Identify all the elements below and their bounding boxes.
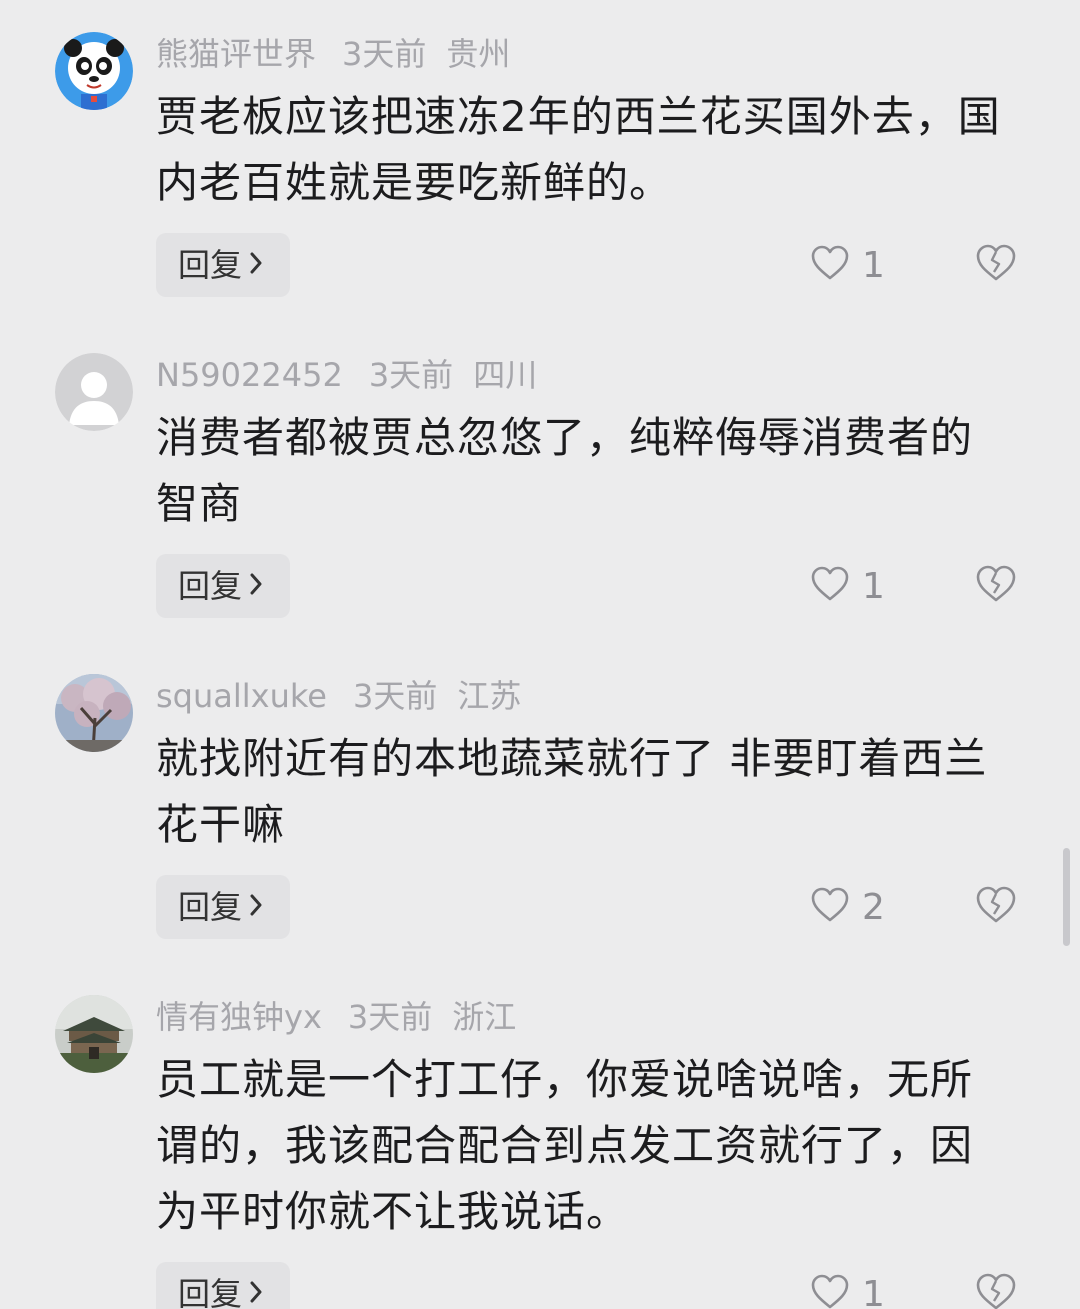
location: 四川 — [473, 356, 538, 394]
like-button[interactable]: 1 — [810, 1262, 885, 1309]
comment-text-line: 为平时你就不让我说话。 — [156, 1187, 630, 1236]
heart-outline-icon — [810, 886, 850, 928]
comment-text-line: 就找附近有的本地蔬菜就行了 非要盯着西兰 — [156, 734, 988, 783]
dislike-button[interactable] — [975, 233, 1017, 297]
timestamp: 3天前 — [368, 356, 454, 394]
chevron-right-icon — [248, 874, 264, 938]
comment-meta: 熊猫评世界 3天前 贵州 — [156, 32, 510, 76]
comment-text: 就找附近有的本地蔬菜就行了 非要盯着西兰 花干嘛 — [156, 726, 1036, 858]
avatar[interactable] — [55, 995, 133, 1073]
location: 浙江 — [452, 998, 517, 1036]
comment-text-line: 谓的，我该配合配合到点发工资就行了，因 — [156, 1121, 974, 1170]
reply-button[interactable]: 回复 — [156, 233, 290, 297]
comment-meta: N59022452 3天前 四川 — [156, 353, 537, 397]
reply-label: 回复 — [178, 246, 243, 284]
timestamp: 3天前 — [347, 998, 433, 1036]
chevron-right-icon — [248, 1261, 264, 1309]
heart-outline-icon — [810, 565, 850, 607]
location: 贵州 — [446, 35, 511, 73]
like-count: 2 — [862, 886, 885, 928]
comment-text: 消费者都被贾总忽悠了，纯粹侮辱消费者的 智商 — [156, 405, 1036, 537]
reply-label: 回复 — [178, 1275, 243, 1309]
timestamp: 3天前 — [342, 35, 427, 73]
dislike-button[interactable] — [975, 554, 1017, 618]
avatar[interactable] — [55, 674, 133, 752]
broken-heart-icon — [975, 885, 1017, 929]
comment-meta: squallxuke 3天前 江苏 — [156, 674, 521, 718]
comment-text-line: 员工就是一个打工仔，你爱说啥说啥，无所 — [156, 1055, 974, 1104]
like-count: 1 — [862, 565, 885, 607]
reply-button[interactable]: 回复 — [156, 875, 290, 939]
dislike-button[interactable] — [975, 875, 1017, 939]
like-count: 1 — [862, 244, 885, 286]
comment-text-line: 智商 — [156, 479, 243, 528]
dislike-button[interactable] — [975, 1262, 1017, 1309]
broken-heart-icon — [975, 1272, 1017, 1309]
like-button[interactable]: 1 — [810, 554, 885, 618]
heart-outline-icon — [810, 244, 850, 286]
comment-text-line: 花干嘛 — [156, 800, 286, 849]
scrollbar[interactable] — [1063, 848, 1070, 946]
username[interactable]: 熊猫评世界 — [156, 32, 316, 76]
like-count: 1 — [862, 1273, 885, 1309]
timestamp: 3天前 — [352, 677, 438, 715]
reply-label: 回复 — [178, 567, 243, 605]
reply-label: 回复 — [178, 888, 243, 926]
chevron-right-icon — [248, 553, 264, 617]
broken-heart-icon — [975, 243, 1017, 287]
comment-text: 贾老板应该把速冻2年的西兰花买国外去，国 内老百姓就是要吃新鲜的。 — [156, 84, 1036, 216]
heart-outline-icon — [810, 1273, 850, 1309]
comment-meta: 情有独钟yx 3天前 浙江 — [156, 995, 516, 1039]
like-button[interactable]: 1 — [810, 233, 885, 297]
username[interactable]: N59022452 — [156, 353, 343, 397]
username[interactable]: 情有独钟yx — [156, 995, 322, 1039]
comment-text-line: 贾老板应该把速冻2年的西兰花买国外去，国 — [156, 92, 1001, 141]
comment-text-line: 消费者都被贾总忽悠了，纯粹侮辱消费者的 — [156, 413, 974, 462]
chevron-right-icon — [248, 232, 264, 296]
location: 江苏 — [457, 677, 522, 715]
comment-text-line: 内老百姓就是要吃新鲜的。 — [156, 158, 673, 207]
reply-button[interactable]: 回复 — [156, 1262, 290, 1309]
comment-text: 员工就是一个打工仔，你爱说啥说啥，无所 谓的，我该配合配合到点发工资就行了，因 … — [156, 1047, 1036, 1245]
broken-heart-icon — [975, 564, 1017, 608]
avatar[interactable] — [55, 32, 133, 110]
like-button[interactable]: 2 — [810, 875, 885, 939]
avatar[interactable] — [55, 353, 133, 431]
reply-button[interactable]: 回复 — [156, 554, 290, 618]
username[interactable]: squallxuke — [156, 674, 327, 718]
